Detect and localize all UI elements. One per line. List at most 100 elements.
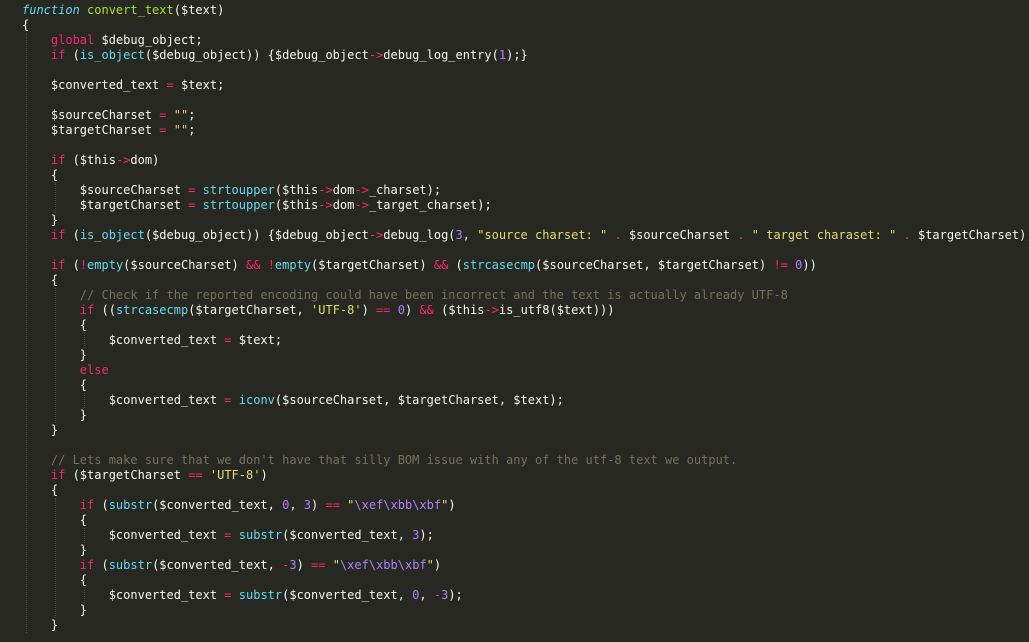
code-line[interactable]: { bbox=[22, 513, 1029, 528]
code-line[interactable]: if (!empty($sourceCharset) && !empty($ta… bbox=[22, 258, 1029, 273]
code-line[interactable]: $targetCharset = strtoupper($this->dom->… bbox=[22, 198, 1029, 213]
code-token: "" bbox=[173, 108, 189, 122]
code-line[interactable] bbox=[22, 438, 1029, 453]
code-token: if bbox=[50, 153, 66, 167]
code-token: ( bbox=[65, 48, 80, 62]
code-token: $targetCharset bbox=[50, 123, 160, 137]
code-line[interactable]: // Check if the reported encoding could … bbox=[22, 288, 1029, 303]
code-token: debug_log_entry( bbox=[383, 48, 499, 62]
code-line[interactable]: function convert_text($text) bbox=[22, 3, 1029, 18]
code-token: ); bbox=[448, 588, 463, 602]
code-token: { bbox=[79, 318, 88, 332]
code-token: dom bbox=[332, 183, 355, 197]
code-token: substr bbox=[238, 588, 283, 602]
code-line[interactable]: } bbox=[22, 408, 1029, 423]
code-line[interactable]: } bbox=[22, 543, 1029, 558]
code-token: , bbox=[419, 588, 434, 602]
code-token: iconv bbox=[238, 393, 275, 407]
code-token: = bbox=[159, 123, 167, 137]
code-token: ($this bbox=[274, 183, 319, 197]
code-token: substr bbox=[108, 498, 153, 512]
code-line[interactable]: if (is_object($debug_object)) {$debug_ob… bbox=[22, 48, 1029, 63]
code-token: if bbox=[79, 303, 95, 317]
code-line[interactable]: { bbox=[22, 573, 1029, 588]
code-token: ; bbox=[188, 123, 196, 137]
code-line[interactable]: { bbox=[22, 483, 1029, 498]
code-line[interactable]: { bbox=[22, 18, 1029, 33]
code-line[interactable]: $sourceCharset = strtoupper($this->dom->… bbox=[22, 183, 1029, 198]
code-token: = bbox=[166, 78, 174, 92]
code-token: } bbox=[50, 618, 59, 632]
code-line[interactable]: $converted_text = substr($converted_text… bbox=[22, 588, 1029, 603]
code-line[interactable]: } bbox=[22, 618, 1029, 633]
code-token: \xef\xbb\xbf bbox=[339, 558, 427, 572]
code-token: $text; bbox=[231, 333, 283, 347]
code-token: if bbox=[50, 468, 66, 482]
code-line[interactable]: if (is_object($debug_object)) {$debug_ob… bbox=[22, 228, 1029, 243]
code-line[interactable]: if ((strcasecmp($targetCharset, 'UTF-8')… bbox=[22, 303, 1029, 318]
code-editor[interactable]: function convert_text($text){ global $de… bbox=[0, 0, 1029, 642]
code-line[interactable]: } bbox=[22, 213, 1029, 228]
code-line[interactable]: // Lets make sure that we don't have tha… bbox=[22, 453, 1029, 468]
code-line[interactable]: $converted_text = $text; bbox=[22, 78, 1029, 93]
code-token: } bbox=[79, 543, 88, 557]
code-line[interactable]: { bbox=[22, 378, 1029, 393]
code-line[interactable]: { bbox=[22, 318, 1029, 333]
code-line[interactable]: $converted_text = substr($converted_text… bbox=[22, 528, 1029, 543]
code-line[interactable]: { bbox=[22, 273, 1029, 288]
code-token: ($this bbox=[274, 198, 319, 212]
code-token: substr bbox=[108, 558, 153, 572]
code-line[interactable]: } bbox=[22, 603, 1029, 618]
code-line[interactable]: { bbox=[22, 168, 1029, 183]
code-line[interactable]: if (substr($converted_text, 0, 3) == "\x… bbox=[22, 498, 1029, 513]
code-line[interactable]: $targetCharset = ""; bbox=[22, 123, 1029, 138]
code-line[interactable]: else bbox=[22, 363, 1029, 378]
code-line[interactable]: $converted_text = $text; bbox=[22, 333, 1029, 348]
code-token: ) bbox=[361, 303, 377, 317]
code-token: else bbox=[79, 363, 109, 377]
code-line[interactable]: global $debug_object; bbox=[22, 33, 1029, 48]
code-token: $converted_text bbox=[50, 78, 167, 92]
code-token: _charset); bbox=[368, 183, 442, 197]
code-token: 3 bbox=[303, 498, 312, 512]
code-token: ( bbox=[448, 258, 463, 272]
code-line[interactable] bbox=[22, 138, 1029, 153]
code-line[interactable]: $sourceCharset = ""; bbox=[22, 108, 1029, 123]
code-line[interactable] bbox=[22, 243, 1029, 258]
code-token: $converted_text bbox=[108, 393, 225, 407]
code-line[interactable]: } bbox=[22, 348, 1029, 363]
code-line[interactable]: $converted_text = iconv($sourceCharset, … bbox=[22, 393, 1029, 408]
code-token: { bbox=[50, 168, 59, 182]
code-token: is_object bbox=[79, 228, 145, 242]
code-line[interactable] bbox=[22, 93, 1029, 108]
code-token: } bbox=[79, 348, 88, 362]
code-line[interactable]: if (substr($converted_text, -3) == "\xef… bbox=[22, 558, 1029, 573]
code-token: ($debug_object)) {$debug_object bbox=[144, 48, 369, 62]
code-token: empty bbox=[87, 258, 124, 272]
code-token: = bbox=[224, 333, 232, 347]
code-token: convert_text bbox=[87, 3, 174, 17]
code-line[interactable] bbox=[22, 63, 1029, 78]
code-line[interactable]: if ($targetCharset == 'UTF-8') bbox=[22, 468, 1029, 483]
code-area[interactable]: function convert_text($text){ global $de… bbox=[22, 3, 1029, 633]
code-token: if bbox=[79, 558, 95, 572]
code-token: " target charaset: " bbox=[751, 228, 897, 242]
code-token: ( bbox=[94, 558, 109, 572]
code-line[interactable]: if ($this->dom) bbox=[22, 153, 1029, 168]
code-line[interactable]: } bbox=[22, 423, 1029, 438]
